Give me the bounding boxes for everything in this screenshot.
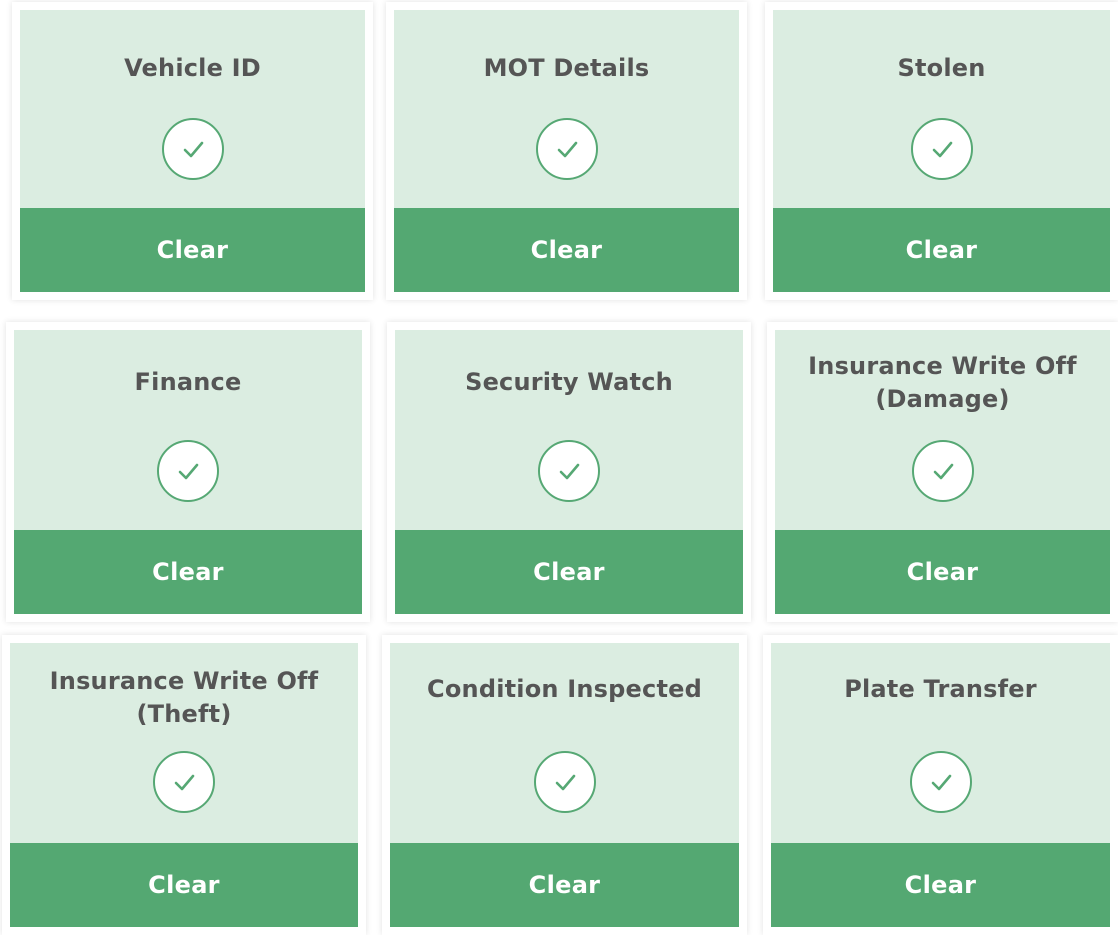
check-circle-icon (157, 440, 219, 502)
vehicle-check-grid: Vehicle ID Clear MOT Details Clear Stole… (0, 0, 1118, 935)
check-title: MOT Details (483, 54, 650, 82)
check-card-condition-inspected: Condition Inspected Clear (382, 635, 747, 935)
check-card-body: Vehicle ID (20, 10, 365, 208)
check-card-mot-details: MOT Details Clear (386, 2, 747, 300)
check-title: Finance (134, 368, 242, 396)
check-circle-icon (535, 118, 598, 180)
check-card-body: Insurance Write Off (Theft) (10, 643, 358, 843)
status-bar: Clear (775, 530, 1110, 614)
status-bar: Clear (395, 530, 743, 614)
status-bar: Clear (394, 208, 739, 292)
status-label: Clear (148, 871, 220, 899)
check-circle-icon (153, 751, 215, 813)
check-card-finance: Finance Clear (6, 322, 370, 622)
check-circle-icon (910, 118, 973, 180)
check-title: Vehicle ID (124, 54, 261, 82)
status-bar: Clear (390, 843, 739, 927)
status-bar: Clear (20, 208, 365, 292)
check-circle-icon (909, 751, 972, 813)
status-label: Clear (152, 558, 224, 586)
check-title: Condition Inspected (427, 675, 702, 703)
check-card-stolen: Stolen Clear (765, 2, 1118, 300)
check-circle-icon (533, 751, 596, 813)
check-circle-icon (161, 118, 224, 180)
check-title: Plate Transfer (844, 675, 1037, 703)
check-title: Security Watch (465, 368, 673, 396)
status-label: Clear (906, 558, 979, 586)
check-card-body: Stolen (773, 10, 1110, 208)
check-title: Stolen (897, 54, 986, 82)
check-card-insurance-write-off-theft: Insurance Write Off (Theft) Clear (2, 635, 366, 935)
status-label: Clear (533, 558, 605, 586)
status-bar: Clear (10, 843, 358, 927)
check-card-body: Condition Inspected (390, 643, 739, 843)
check-card-body: Security Watch (395, 330, 743, 530)
status-bar: Clear (773, 208, 1110, 292)
check-card-insurance-write-off-damage: Insurance Write Off (Damage) Clear (767, 322, 1118, 622)
status-label: Clear (530, 236, 603, 264)
check-card-vehicle-id: Vehicle ID Clear (12, 2, 373, 300)
status-label: Clear (528, 871, 601, 899)
check-title: Insurance Write Off (Theft) (49, 667, 319, 728)
status-label: Clear (904, 871, 977, 899)
status-label: Clear (156, 236, 229, 264)
status-label: Clear (905, 236, 978, 264)
check-card-body: MOT Details (394, 10, 739, 208)
check-card-plate-transfer: Plate Transfer Clear (763, 635, 1118, 935)
check-circle-icon (911, 440, 974, 502)
check-circle-icon (538, 440, 600, 502)
status-bar: Clear (14, 530, 362, 614)
check-title: Insurance Write Off (Damage) (808, 352, 1077, 413)
check-card-security-watch: Security Watch Clear (387, 322, 751, 622)
check-card-body: Finance (14, 330, 362, 530)
check-card-body: Plate Transfer (771, 643, 1110, 843)
check-card-body: Insurance Write Off (Damage) (775, 330, 1110, 530)
status-bar: Clear (771, 843, 1110, 927)
